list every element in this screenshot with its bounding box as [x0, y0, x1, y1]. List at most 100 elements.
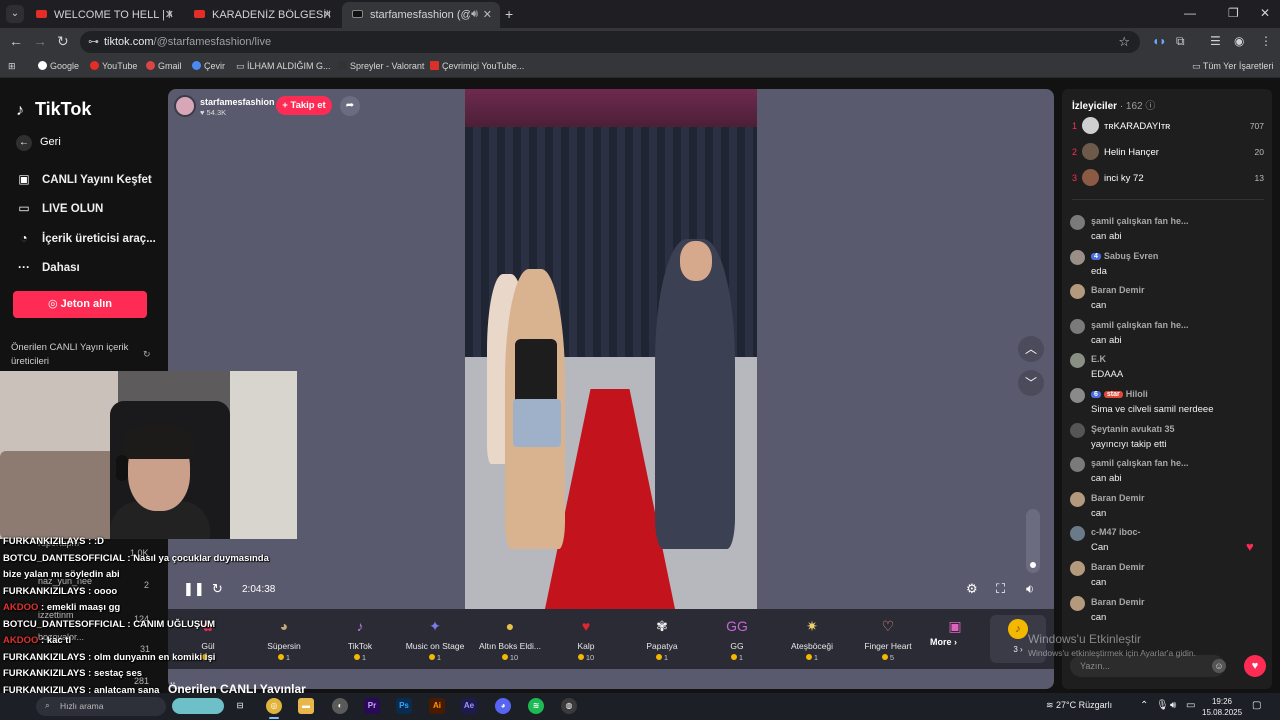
tab-audio-icon[interactable]: 🔊︎	[471, 8, 478, 21]
tab-search-icon[interactable]: ⌄	[6, 5, 24, 23]
address-bar[interactable]: ⊶ tiktok.com/@starfamesfashion/live ☆	[80, 31, 1140, 53]
bookmark-folder-ilham[interactable]: ▭ İLHAM ALDIĞIM G...	[236, 61, 331, 72]
chat-message[interactable]: Baran Demir can	[1070, 595, 1266, 628]
tab-close-icon[interactable]: ✕	[165, 8, 174, 21]
top-viewer-row[interactable]: 2 Helin Hançer 20	[1072, 143, 1264, 163]
speaker-icon[interactable]: 🔊︎	[1170, 700, 1176, 711]
chat-message[interactable]: E.K EDAAA	[1070, 353, 1266, 385]
browser-tab-3[interactable]: starfamesfashion (@starfam 🔊︎ ✕	[342, 2, 500, 28]
chat-username[interactable]: şamil çalışkan fan he...	[1091, 458, 1189, 468]
chat-message[interactable]: 6 star Hiloli Sima ve cilveli samil nerdeee	[1070, 388, 1266, 420]
apps-grid-icon[interactable]: ⊞	[8, 61, 16, 72]
bookmark-google[interactable]: Google	[38, 61, 79, 71]
top-viewer-row[interactable]: 3 inci ky 72 13	[1072, 169, 1264, 189]
fullscreen-icon[interactable]: ⛶	[996, 581, 1005, 597]
notification-icon[interactable]: ▢	[1252, 700, 1261, 711]
streamer-name[interactable]: starfamesfashion	[200, 97, 275, 107]
live-video[interactable]	[465, 89, 757, 609]
chat-username[interactable]: Baran Demir	[1091, 493, 1145, 503]
chat-message[interactable]: şamil çalışkan fan he... can abi	[1070, 215, 1266, 247]
chat-message[interactable]: Baran Demir can	[1070, 491, 1266, 524]
chat-username[interactable]: Baran Demir	[1091, 562, 1145, 572]
bookmark-cevrimici-youtube[interactable]: Çevrimiçi YouTube...	[430, 61, 524, 71]
weather-widget[interactable]: ≋ 27°C Rüzgarlı	[1046, 700, 1112, 711]
minimize-icon[interactable]: —	[1184, 6, 1196, 20]
emoji-icon[interactable]: ☺	[1212, 659, 1226, 673]
browser-tab-2[interactable]: KARADENİZ BÖLGESİ'NİN EN D ✕	[184, 2, 340, 28]
gift-item[interactable]: ♡ Finger Heart 5	[853, 615, 923, 662]
follow-button[interactable]: + Takip et	[276, 96, 332, 115]
top-viewer-row[interactable]: 1 ᴛʀKARADAYIᴛʀ 707	[1072, 117, 1264, 137]
network-icon[interactable]: ▭	[1186, 700, 1195, 711]
chat-username[interactable]: 6 star Hiloli	[1091, 389, 1148, 399]
info-icon[interactable]: ⓘ	[1145, 101, 1155, 112]
chat-username[interactable]: Şeytanin avukatı 35	[1091, 424, 1175, 434]
audio-extension-icon[interactable]: ◖◗	[1152, 34, 1167, 48]
chat-message[interactable]: Baran Demir can	[1070, 561, 1266, 593]
extensions-icon[interactable]: ⧉	[1176, 34, 1185, 49]
gift-item[interactable]: ▣	[920, 615, 990, 637]
menu-dots-icon[interactable]: ⋮	[1260, 34, 1272, 48]
gift-item[interactable]: GG GG 1	[702, 615, 772, 662]
get-coins-button[interactable]: ◎ Jeton alın	[13, 291, 147, 318]
browser-tab-1[interactable]: WELCOME TO HELL | Madara O ✕	[26, 2, 182, 28]
back-button[interactable]: ← Geri	[16, 135, 61, 151]
chat-input[interactable]: Yazın...	[1070, 655, 1225, 677]
taskbar-clock[interactable]: 19:26 15.08.2025	[1202, 696, 1242, 718]
share-icon[interactable]: ➦	[340, 96, 360, 116]
chat-username[interactable]: Baran Demir	[1091, 285, 1145, 295]
bookmark-spreyler[interactable]: Spreyler - Valorant	[338, 61, 424, 71]
chat-username[interactable]: şamil çalışkan fan he...	[1091, 216, 1189, 226]
chat-username[interactable]: Baran Demir	[1091, 597, 1145, 607]
streamer-avatar[interactable]	[174, 95, 196, 117]
refresh-icon[interactable]: ↻	[143, 349, 151, 360]
premiere-icon[interactable]: Pr	[364, 698, 380, 714]
sidebar-item-creator-tools[interactable]: ◔ İçerik üreticisi araç...	[16, 231, 155, 245]
previous-live-chevron-up-icon[interactable]: ︿	[1018, 336, 1044, 362]
all-bookmarks[interactable]: ▭ Tüm Yer İşaretleri	[1192, 61, 1273, 72]
tab-close-icon[interactable]: ✕	[323, 8, 332, 21]
chat-message[interactable]: Baran Demir can	[1070, 284, 1266, 316]
reload-icon[interactable]: ↻	[57, 33, 69, 50]
chat-message[interactable]: şamil çalışkan fan he... can abi	[1070, 457, 1266, 489]
bookmark-cevir[interactable]: Çevir	[192, 61, 225, 71]
widget-icon[interactable]	[172, 698, 224, 714]
illustrator-icon[interactable]: Ai	[429, 698, 445, 714]
discord-icon[interactable]: ◕	[495, 698, 511, 714]
chat-message[interactable]: ᴄ-M47 iboᴄ- Can	[1070, 526, 1266, 558]
volume-slider[interactable]	[1026, 509, 1040, 573]
bookmark-star-icon[interactable]: ☆	[1118, 34, 1130, 50]
gift-item[interactable]: ♥ Kalp 10	[551, 615, 621, 662]
back-arrow-icon[interactable]: ←	[9, 33, 23, 49]
site-info-icon[interactable]: ⊶	[88, 35, 99, 48]
volume-icon[interactable]: 🔉︎	[1026, 581, 1034, 597]
task-view-icon[interactable]: ⊟	[232, 698, 248, 714]
gift-item[interactable]: ✾ Papatya 1	[627, 615, 697, 662]
more-gifts-button[interactable]: More ›	[930, 637, 957, 647]
sidebar-item-go-live[interactable]: ▭ LIVE OLUN	[16, 201, 103, 215]
bookmark-gmail[interactable]: Gmail	[146, 61, 182, 71]
chat-username[interactable]: ᴄ-M47 iboᴄ-	[1091, 527, 1141, 537]
settings-icon[interactable]: ⚙	[966, 581, 978, 597]
gift-item[interactable]: ♪ TikTok 1	[325, 615, 395, 662]
sidebar-item-more[interactable]: ··· Dahası	[16, 260, 80, 274]
microphone-icon[interactable]: 🎙︎	[1156, 700, 1169, 711]
gift-item[interactable]: ✦ Music on Stage 1	[400, 615, 470, 662]
bookmark-youtube[interactable]: YouTube	[90, 61, 137, 71]
tiktok-logo[interactable]: ♪ TikTok	[16, 99, 91, 120]
new-tab-icon[interactable]: +	[505, 6, 513, 22]
gift-item[interactable]: ✷ Ateşböceği 1	[777, 615, 847, 662]
reading-list-icon[interactable]: ☰	[1210, 34, 1221, 48]
chat-username[interactable]: 4 Sabuş Evren	[1091, 251, 1158, 261]
spotify-icon[interactable]: ≋	[528, 698, 544, 714]
chat-message[interactable]: 4 Sabuş Evren eda	[1070, 249, 1266, 282]
like-heart-button[interactable]: ♥	[1244, 655, 1266, 677]
file-explorer-icon[interactable]: ▬	[298, 698, 314, 714]
steam-icon[interactable]: ◍	[561, 698, 577, 714]
after-effects-icon[interactable]: Ae	[461, 698, 477, 714]
tab-close-icon[interactable]: ✕	[483, 8, 492, 21]
chat-message[interactable]: şamil çalışkan fan he... can abi	[1070, 318, 1266, 351]
photoshop-icon[interactable]: Ps	[396, 698, 412, 714]
chrome-icon[interactable]: ◎	[266, 698, 282, 714]
next-live-chevron-down-icon[interactable]: ﹀	[1018, 370, 1044, 396]
